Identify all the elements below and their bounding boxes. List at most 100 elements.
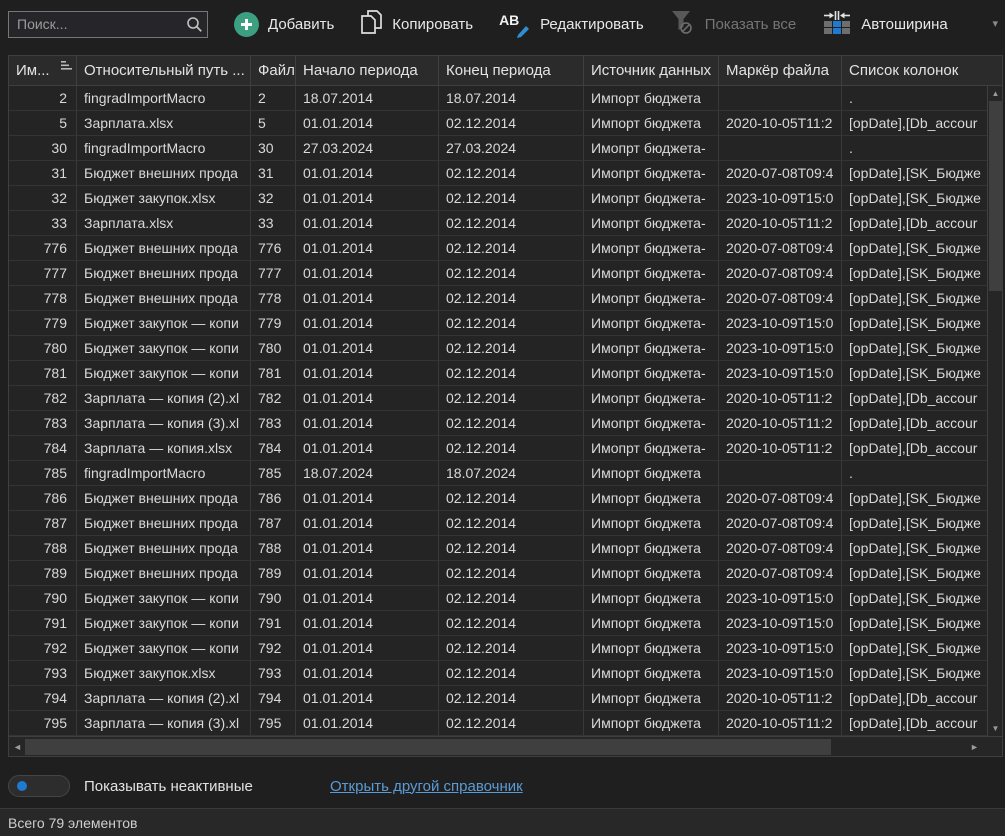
cell-start: 01.01.2014 [296,536,439,560]
column-header-path[interactable]: Относительный путь ... [77,56,251,85]
cell-marker [719,461,842,485]
table-row[interactable]: 784Зарплата — копия.xlsx78401.01.201402.… [9,436,987,461]
cell-path: fingradImportMacro [77,136,251,160]
cell-start: 18.07.2014 [296,86,439,110]
cell-cols: [opDate],[SK_Бюдже [842,561,987,585]
status-bar: Всего 79 элементов [0,808,1005,836]
open-other-reference-link[interactable]: Открыть другой справочник [330,778,523,795]
cell-marker: 2020-07-08T09:4 [719,236,842,260]
cell-source: Имопрт бюджета- [584,386,719,410]
cell-cols: [opDate],[SK_Бюдже [842,311,987,335]
table-row[interactable]: 785fingradImportMacro78518.07.202418.07.… [9,461,987,486]
cell-path: Бюджет внешних прода [77,511,251,535]
table-row[interactable]: 5Зарплата.xlsx501.01.201402.12.2014Импор… [9,111,987,136]
show-all-button[interactable]: Показать все [670,9,797,40]
cell-source: Импорт бюджета [584,686,719,710]
column-header-cols[interactable]: Список колонок [842,56,1002,85]
table-row[interactable]: 31Бюджет внешних прода3101.01.201402.12.… [9,161,987,186]
cell-cols: [opDate],[SK_Бюдже [842,511,987,535]
table-row[interactable]: 30fingradImportMacro3027.03.202427.03.20… [9,136,987,161]
cell-marker: 2020-10-05T11:2 [719,686,842,710]
cell-cols: [opDate],[SK_Бюдже [842,536,987,560]
cell-start: 01.01.2014 [296,161,439,185]
table-row[interactable]: 786Бюджет внешних прода78601.01.201402.1… [9,486,987,511]
cell-file: 795 [251,711,296,735]
table-row[interactable]: 776Бюджет внешних прода77601.01.201402.1… [9,236,987,261]
autowidth-button[interactable]: Автоширина [822,11,947,37]
table-row[interactable]: 782Зарплата — копия (2).xl78201.01.20140… [9,386,987,411]
vertical-scrollbar-thumb[interactable] [989,101,1002,291]
cell-end: 27.03.2024 [439,136,584,160]
table-row[interactable]: 793Бюджет закупок.xlsx79301.01.201402.12… [9,661,987,686]
edit-button[interactable]: AB Редактировать [499,12,644,36]
table-row[interactable]: 789Бюджет внешних прода78901.01.201402.1… [9,561,987,586]
cell-marker: 2020-07-08T09:4 [719,486,842,510]
cell-source: Импорт бюджета [584,86,719,110]
toolbar-overflow-chevron-icon[interactable]: ▾ [992,17,998,30]
column-header-end[interactable]: Конец периода [439,56,584,85]
horizontal-scrollbar[interactable]: ◄ ► [9,736,1002,756]
cell-source: Имопрт бюджета- [584,136,719,160]
column-header-id[interactable]: Им... [9,56,77,85]
cell-cols: [opDate],[Db_accour [842,111,987,135]
cell-file: 32 [251,186,296,210]
table-row[interactable]: 788Бюджет внешних прода78801.01.201402.1… [9,536,987,561]
cell-id: 782 [9,386,77,410]
footer-row: Показывать неактивные Открыть другой спр… [0,772,1005,800]
cell-file: 777 [251,261,296,285]
scroll-left-icon[interactable]: ◄ [10,739,25,755]
table-row[interactable]: 32Бюджет закупок.xlsx3201.01.201402.12.2… [9,186,987,211]
cell-id: 779 [9,311,77,335]
show-inactive-toggle[interactable] [8,775,70,797]
cell-end: 02.12.2014 [439,536,584,560]
cell-path: Бюджет закупок — копи [77,311,251,335]
cell-path: Бюджет закупок.xlsx [77,661,251,685]
cell-cols: [opDate],[SK_Бюдже [842,261,987,285]
column-header-source[interactable]: Источник данных [584,56,719,85]
table-row[interactable]: 790Бюджет закупок — копи79001.01.201402.… [9,586,987,611]
cell-source: Импорт бюджета [584,111,719,135]
table-row[interactable]: 779Бюджет закупок — копи77901.01.201402.… [9,311,987,336]
cell-id: 777 [9,261,77,285]
cell-source: Импорт бюджета [584,561,719,585]
cell-id: 783 [9,411,77,435]
cell-start: 01.01.2014 [296,661,439,685]
column-header-start[interactable]: Начало периода [296,56,439,85]
cell-id: 792 [9,636,77,660]
table-row[interactable]: 794Зарплата — копия (2).xl79401.01.20140… [9,686,987,711]
cell-marker: 2023-10-09T15:0 [719,661,842,685]
search-input[interactable] [8,11,208,38]
cell-path: Бюджет внешних прода [77,486,251,510]
scroll-right-icon[interactable]: ► [967,739,982,755]
cell-end: 02.12.2014 [439,636,584,660]
horizontal-scrollbar-thumb[interactable] [25,739,831,755]
table-row[interactable]: 33Зарплата.xlsx3301.01.201402.12.2014Имо… [9,211,987,236]
scroll-up-icon[interactable]: ▲ [988,86,1003,101]
table-row[interactable]: 791Бюджет закупок — копи79101.01.201402.… [9,611,987,636]
copy-button[interactable]: Копировать [360,9,473,39]
table-row[interactable]: 778Бюджет внешних прода77801.01.201402.1… [9,286,987,311]
table-row[interactable]: 777Бюджет внешних прода77701.01.201402.1… [9,261,987,286]
table-row[interactable]: 2fingradImportMacro218.07.201418.07.2014… [9,86,987,111]
cell-path: Бюджет закупок — копи [77,336,251,360]
cell-end: 02.12.2014 [439,586,584,610]
column-header-marker[interactable]: Маркёр файла [719,56,842,85]
column-header-file[interactable]: Файл [251,56,296,85]
table-row[interactable]: 787Бюджет внешних прода78701.01.201402.1… [9,511,987,536]
cell-path: Бюджет внешних прода [77,161,251,185]
vertical-scrollbar[interactable]: ▲ ▼ [987,86,1002,736]
add-icon [234,12,259,37]
cell-file: 776 [251,236,296,260]
table-row[interactable]: 795Зарплата — копия (3).xl79501.01.20140… [9,711,987,736]
table-row[interactable]: 781Бюджет закупок — копи78101.01.201402.… [9,361,987,386]
scroll-down-icon[interactable]: ▼ [988,721,1003,736]
table-row[interactable]: 783Зарплата — копия (3).xl78301.01.20140… [9,411,987,436]
cell-source: Имопрт бюджета- [584,336,719,360]
add-button[interactable]: Добавить [234,12,334,37]
filter-off-icon [670,9,696,40]
table-row[interactable]: 780Бюджет закупок — копи78001.01.201402.… [9,336,987,361]
cell-end: 02.12.2014 [439,611,584,635]
cell-file: 781 [251,361,296,385]
table-row[interactable]: 792Бюджет закупок — копи79201.01.201402.… [9,636,987,661]
cell-marker [719,136,842,160]
